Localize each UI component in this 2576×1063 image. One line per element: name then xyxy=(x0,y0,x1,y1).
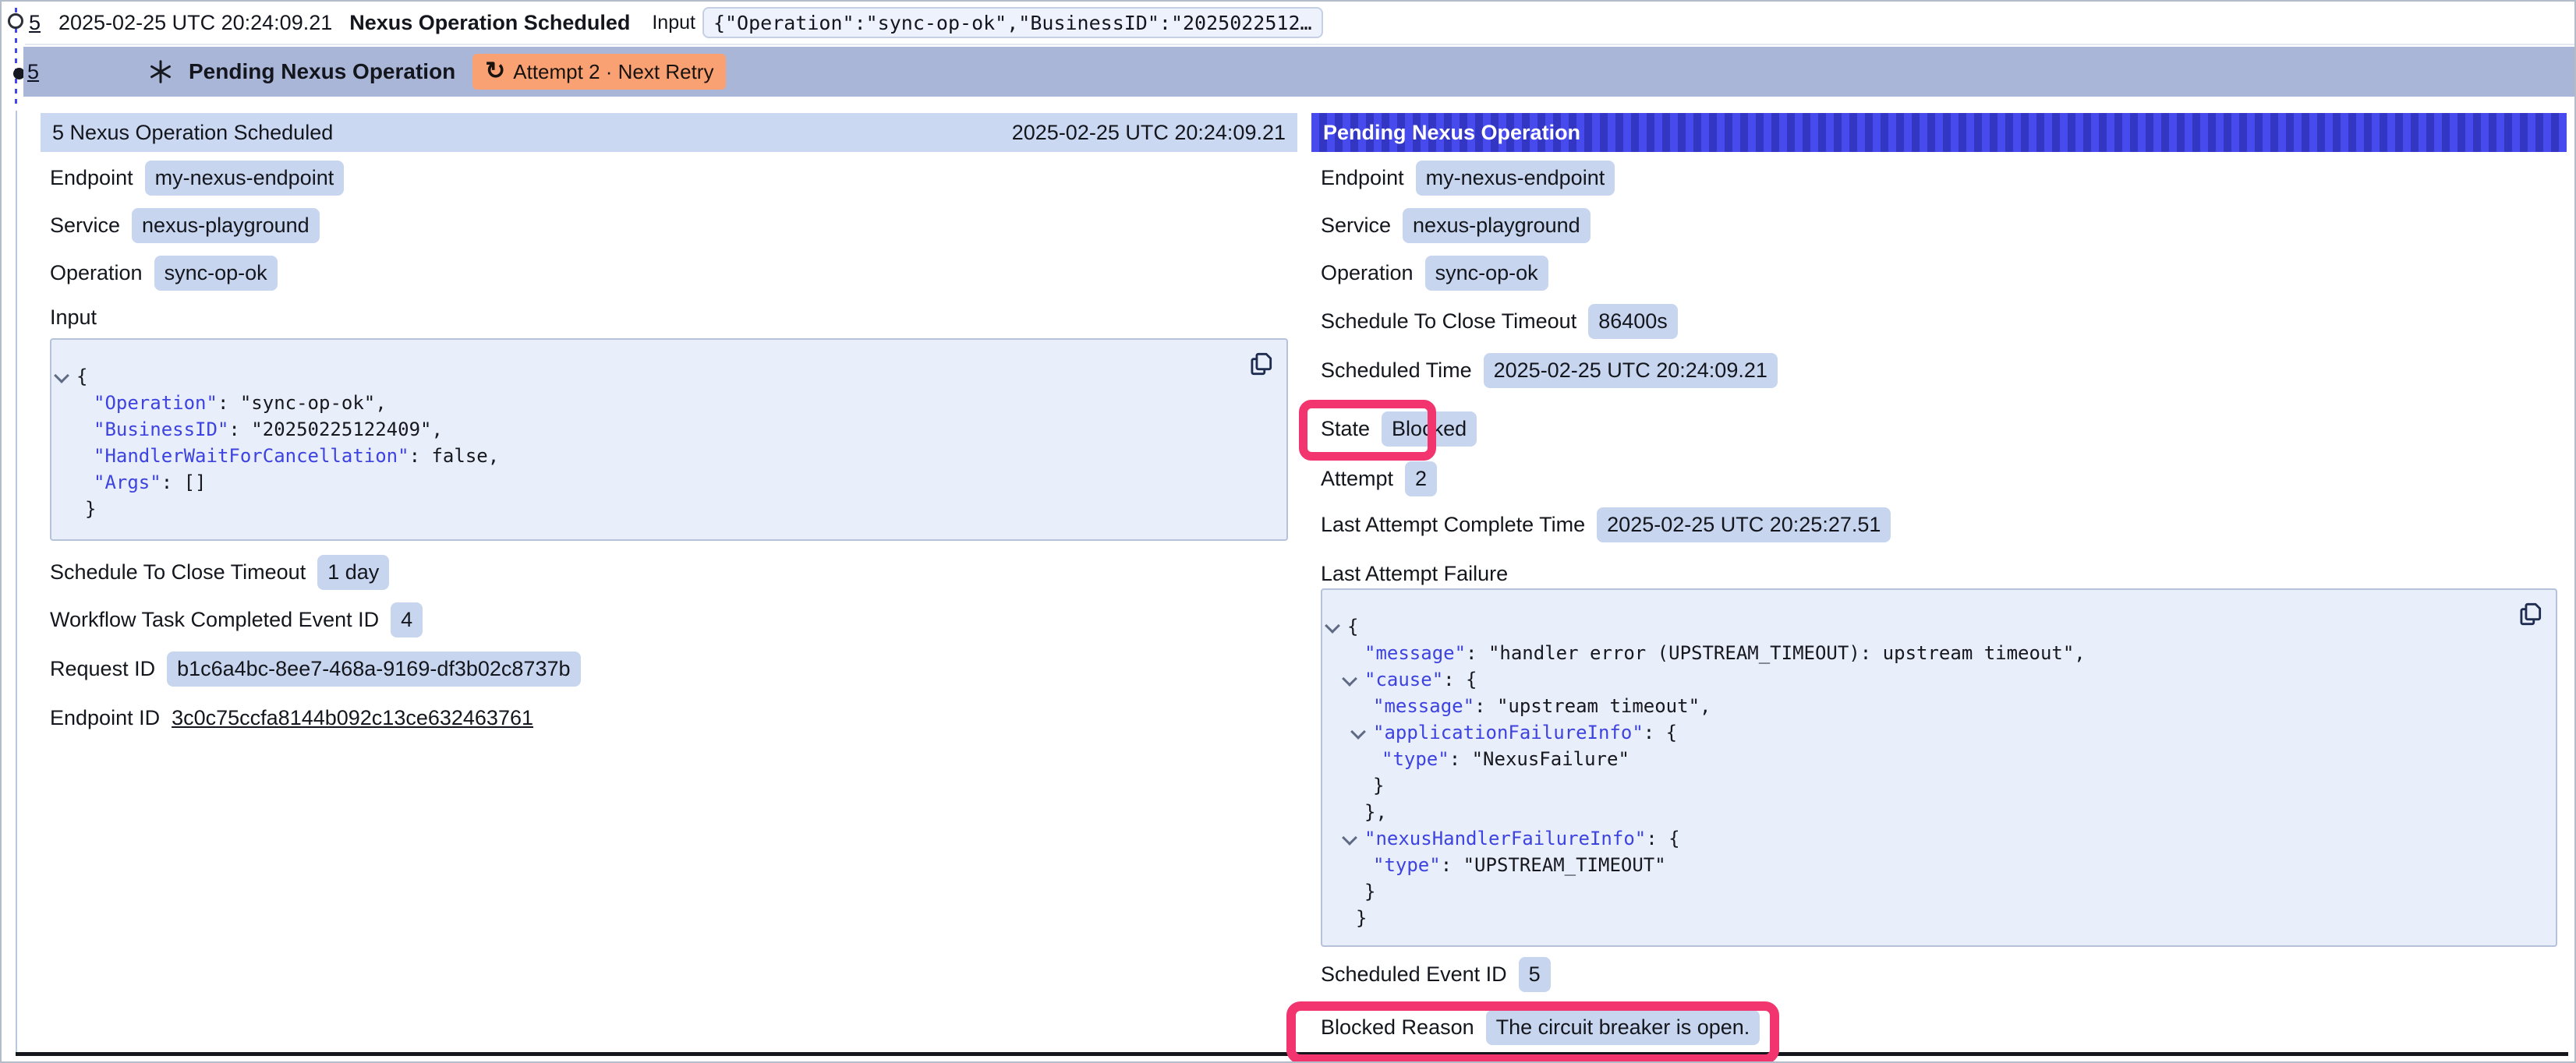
json-code-line: } xyxy=(1322,772,2556,799)
input-json-viewer: {"Operation": "sync-op-ok","BusinessID":… xyxy=(50,338,1288,541)
event-input-label: Input xyxy=(652,12,695,34)
field-label: Endpoint xyxy=(1321,166,1404,190)
field-label: Service xyxy=(1321,214,1391,238)
json-code-line: "HandlerWaitForCancellation": false, xyxy=(51,443,1286,469)
field-value-badge: 2 xyxy=(1405,461,1437,496)
field-label: Last Attempt Complete Time xyxy=(1321,513,1585,537)
field-value-badge: nexus-playground xyxy=(1403,208,1591,243)
field-value-badge: 4 xyxy=(391,602,423,637)
json-code-line: { xyxy=(1322,613,2556,640)
details-left-border xyxy=(16,111,17,1054)
field-value-badge: 5 xyxy=(1519,957,1551,992)
field-label: Service xyxy=(50,214,120,238)
json-code-line: } xyxy=(1322,905,2556,931)
json-code-line: "cause": { xyxy=(1322,666,2556,693)
field-value-badge: sync-op-ok xyxy=(154,256,278,291)
state-annotation-highlight xyxy=(1299,400,1436,461)
field-row-workflow-task-completed-event-id: Workflow Task Completed Event ID 4 xyxy=(50,599,423,641)
timeline-start-icon xyxy=(8,13,23,29)
field-row-endpoint: Endpoint my-nexus-endpoint xyxy=(50,157,344,199)
field-row-schedule-to-close-timeout: Schedule To Close Timeout 1 day xyxy=(50,551,389,593)
field-label: Scheduled Event ID xyxy=(1321,962,1507,987)
field-label: Operation xyxy=(50,261,143,285)
json-code-line: "applicationFailureInfo": { xyxy=(1322,719,2556,746)
event-row-pending-nexus-operation[interactable]: 5 Pending Nexus Operation ↻ Attempt 2 · … xyxy=(23,47,2574,97)
field-row-scheduled-time: Scheduled Time 2025-02-25 UTC 20:24:09.2… xyxy=(1321,349,1778,391)
field-row-schedule-to-close-timeout: Schedule To Close Timeout 86400s xyxy=(1321,300,1678,342)
scheduled-panel-timestamp: 2025-02-25 UTC 20:24:09.21 xyxy=(1012,121,1286,145)
field-row-endpoint-id: Endpoint ID 3c0c75ccfa8144b092c13ce63246… xyxy=(50,697,533,739)
field-row-operation: Operation sync-op-ok xyxy=(1321,252,1548,294)
json-code-line: { xyxy=(51,363,1286,390)
blocked-reason-annotation-highlight xyxy=(1286,1001,1779,1063)
field-label: Schedule To Close Timeout xyxy=(50,560,306,584)
pending-event-title: Pending Nexus Operation xyxy=(189,59,455,84)
field-value-badge: nexus-playground xyxy=(132,208,320,243)
field-row-service: Service nexus-playground xyxy=(1321,204,1591,246)
json-code-line: }, xyxy=(1322,799,2556,825)
workflow-event-history-screen: 5 2025-02-25 UTC 20:24:09.21 Nexus Opera… xyxy=(0,0,2576,1063)
scheduled-panel-header: 5 Nexus Operation Scheduled 2025-02-25 U… xyxy=(41,113,1297,152)
scheduled-event-detail-panel: 5 Nexus Operation Scheduled 2025-02-25 U… xyxy=(41,111,1297,1055)
field-value-badge: 1 day xyxy=(317,555,389,590)
field-label: Endpoint ID xyxy=(50,706,160,730)
field-row-attempt: Attempt 2 xyxy=(1321,457,1437,500)
field-label: Attempt xyxy=(1321,467,1393,491)
field-value-badge: 2025-02-25 UTC 20:24:09.21 xyxy=(1484,353,1778,388)
json-code-line: } xyxy=(1322,878,2556,905)
json-code-line: "BusinessID": "20250225122409", xyxy=(51,416,1286,443)
event-input-preview-chip: {"Operation":"sync-op-ok","BusinessID":"… xyxy=(702,7,1323,38)
field-label: Endpoint xyxy=(50,166,133,190)
field-value-badge: 86400s xyxy=(1588,304,1678,339)
event-title: Nexus Operation Scheduled xyxy=(349,11,630,35)
field-label: Scheduled Time xyxy=(1321,358,1472,383)
event-id-link[interactable]: 5 xyxy=(29,11,46,35)
endpoint-id-link[interactable]: 3c0c75ccfa8144b092c13ce632463761 xyxy=(172,706,533,730)
json-code-line: "type": "UPSTREAM_TIMEOUT" xyxy=(1322,852,2556,878)
failure-json-viewer: {"message": "handler error (UPSTREAM_TIM… xyxy=(1321,588,2557,947)
json-code-line: "message": "upstream timeout", xyxy=(1322,693,2556,719)
field-label: Schedule To Close Timeout xyxy=(1321,309,1576,334)
attempt-retry-badge-label: Attempt 2 · Next Retry xyxy=(513,60,713,84)
field-row-request-id: Request ID b1c6a4bc-8ee7-468a-9169-df3b0… xyxy=(50,648,581,690)
field-label: Operation xyxy=(1321,261,1414,285)
retry-icon: ↻ xyxy=(485,58,505,83)
field-label: Request ID xyxy=(50,657,155,681)
field-row-service: Service nexus-playground xyxy=(50,204,320,246)
field-value-badge: my-nexus-endpoint xyxy=(1416,161,1615,196)
attempt-retry-badge: ↻ Attempt 2 · Next Retry xyxy=(472,54,726,90)
pending-operation-detail-panel: Pending Nexus Operation Endpoint my-nexu… xyxy=(1311,111,2567,1055)
field-value-badge: b1c6a4bc-8ee7-468a-9169-df3b02c8737b xyxy=(167,652,580,687)
json-code-line: "message": "handler error (UPSTREAM_TIME… xyxy=(1322,640,2556,666)
event-id-link[interactable]: 5 xyxy=(27,60,44,84)
field-row-last-attempt-complete-time: Last Attempt Complete Time 2025-02-25 UT… xyxy=(1321,503,1891,546)
json-code-line: "type": "NexusFailure" xyxy=(1322,746,2556,772)
field-row-scheduled-event-id: Scheduled Event ID 5 xyxy=(1321,953,1551,995)
field-value-badge: my-nexus-endpoint xyxy=(145,161,345,196)
json-code-line: "Args": [] xyxy=(51,469,1286,496)
field-row-operation: Operation sync-op-ok xyxy=(50,252,278,294)
event-row-nexus-operation-scheduled[interactable]: 5 2025-02-25 UTC 20:24:09.21 Nexus Opera… xyxy=(25,2,2574,45)
scheduled-panel-title: 5 Nexus Operation Scheduled xyxy=(52,121,333,145)
json-code-line: "Operation": "sync-op-ok", xyxy=(51,390,1286,416)
field-value-badge: sync-op-ok xyxy=(1425,256,1548,291)
event-timestamp: 2025-02-25 UTC 20:24:09.21 xyxy=(58,11,332,35)
field-row-endpoint: Endpoint my-nexus-endpoint xyxy=(1321,157,1615,199)
input-section-label: Input xyxy=(50,296,97,338)
pending-asterisk-icon xyxy=(148,59,173,84)
pending-panel-title: Pending Nexus Operation xyxy=(1323,121,1580,145)
json-code-line: "nexusHandlerFailureInfo": { xyxy=(1322,825,2556,852)
json-code-line: } xyxy=(51,496,1286,522)
field-label: Workflow Task Completed Event ID xyxy=(50,608,379,632)
field-value-badge: 2025-02-25 UTC 20:25:27.51 xyxy=(1597,507,1891,542)
pending-panel-header: Pending Nexus Operation xyxy=(1311,113,2567,152)
